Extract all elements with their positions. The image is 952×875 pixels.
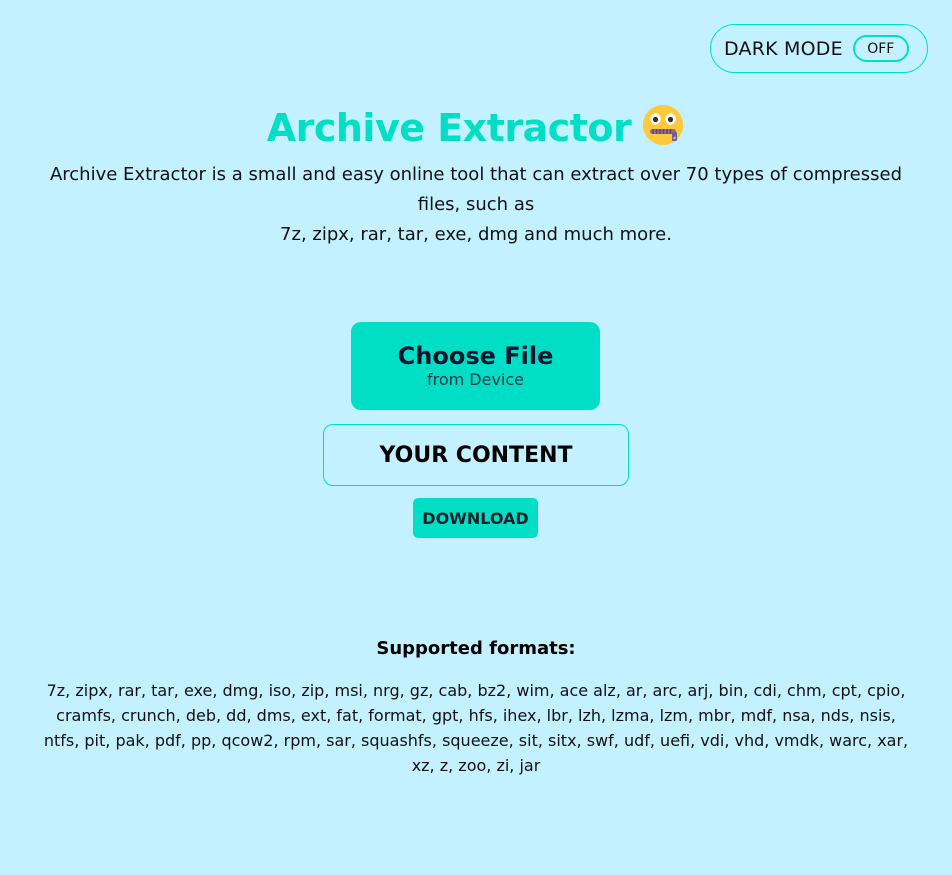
page-title: Archive Extractor bbox=[0, 103, 952, 156]
page-title-text: Archive Extractor bbox=[266, 106, 632, 150]
dark-mode-toggle[interactable]: DARK MODE OFF bbox=[710, 24, 928, 73]
your-content-box: YOUR CONTENT bbox=[323, 424, 629, 486]
dark-mode-label: DARK MODE bbox=[724, 37, 843, 60]
zipper-mouth-face-icon bbox=[641, 103, 685, 156]
description-line-1: Archive Extractor is a small and easy on… bbox=[49, 164, 903, 215]
description: Archive Extractor is a small and easy on… bbox=[40, 160, 912, 250]
choose-file-button[interactable]: Choose File from Device bbox=[351, 322, 600, 410]
dark-mode-switch[interactable]: OFF bbox=[852, 35, 909, 62]
supported-formats-heading: Supported formats: bbox=[376, 638, 576, 659]
choose-file-sublabel: from Device bbox=[426, 370, 525, 389]
choose-file-label: Choose File bbox=[397, 342, 554, 370]
supported-formats-list: 7z, zipx, rar, tar, exe, dmg, iso, zip, … bbox=[43, 681, 909, 775]
description-line-2: 7z, zipx, rar, tar, exe, dmg and much mo… bbox=[280, 224, 672, 245]
download-button[interactable]: DOWNLOAD bbox=[413, 498, 538, 538]
